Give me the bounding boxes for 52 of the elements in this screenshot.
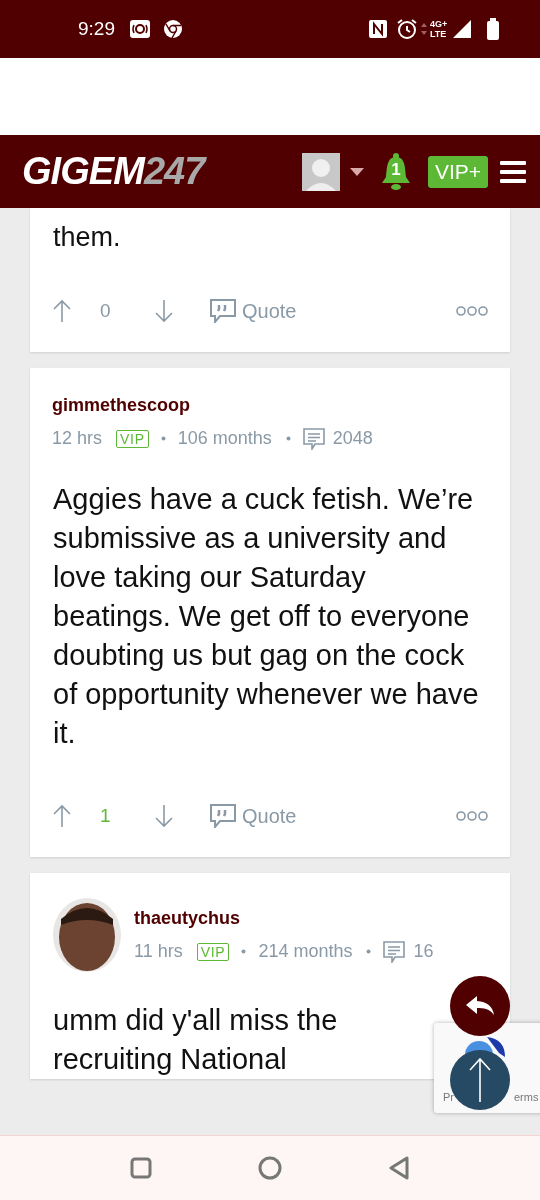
username-link[interactable]: thaeutychus [134, 905, 434, 932]
post-body: them. [52, 221, 122, 254]
data-arrows-icon [420, 21, 428, 37]
vote-score: 1 [100, 803, 112, 828]
avatar-icon[interactable] [301, 152, 340, 191]
network-type: 4G+ LTE [430, 19, 449, 39]
quote-button[interactable]: Quote [210, 296, 297, 326]
browser-icon [163, 19, 183, 39]
post-count: 16 [413, 940, 434, 963]
back-icon[interactable] [387, 1156, 411, 1180]
username-link[interactable]: gimmethescoop [52, 392, 373, 419]
more-options-icon[interactable] [456, 305, 488, 317]
privacy-link[interactable]: Pr [443, 1089, 454, 1106]
clock: 9:29 [78, 16, 115, 41]
quote-icon [210, 804, 236, 828]
reply-arrow-icon [465, 995, 495, 1017]
downvote-icon[interactable] [154, 804, 174, 828]
signal-icon [452, 19, 472, 39]
up-arrow-icon [468, 1057, 492, 1103]
screen-record-icon [129, 19, 151, 39]
alarm-icon [396, 18, 418, 40]
terms-link[interactable]: erms [514, 1089, 539, 1106]
site-logo[interactable]: GIGEM247 [22, 143, 205, 200]
vip-button[interactable]: VIP+ [427, 155, 488, 188]
dot-separator-icon [366, 949, 372, 954]
post-time: 12 hrs [52, 427, 103, 450]
vote-score: 0 [100, 298, 112, 323]
post-body: Aggies have a cuck fetish. We’re submissive as a university and love taking our Saturday beatings. We get off to everyone doubting us but gag on the cock of opportunity whenever we have it. [52, 482, 480, 751]
member-tenure: 106 months [177, 427, 272, 450]
upvote-icon[interactable] [52, 299, 72, 323]
post-body: umm did y'all miss the recruiting National [52, 1003, 339, 1077]
home-icon[interactable] [258, 1156, 282, 1180]
vip-label: VIP [196, 942, 230, 961]
menu-icon[interactable] [500, 160, 526, 183]
post-time: 11 hrs [134, 940, 183, 963]
message-icon [383, 940, 406, 963]
post-count: 2048 [332, 427, 373, 450]
message-icon [302, 427, 325, 450]
downvote-icon[interactable] [154, 299, 174, 323]
quote-button[interactable]: Quote [210, 801, 297, 831]
more-options-icon[interactable] [456, 810, 488, 822]
nfc-icon [368, 19, 388, 39]
upvote-icon[interactable] [52, 804, 72, 828]
dot-separator-icon [241, 949, 247, 954]
caret-icon [349, 167, 364, 176]
dot-separator-icon [160, 436, 166, 441]
vip-label: VIP [116, 429, 149, 448]
quote-icon [210, 299, 236, 323]
recents-icon[interactable] [129, 1156, 153, 1180]
battery-icon [486, 18, 500, 40]
member-tenure: 214 months [258, 940, 353, 963]
dot-separator-icon [285, 436, 291, 441]
